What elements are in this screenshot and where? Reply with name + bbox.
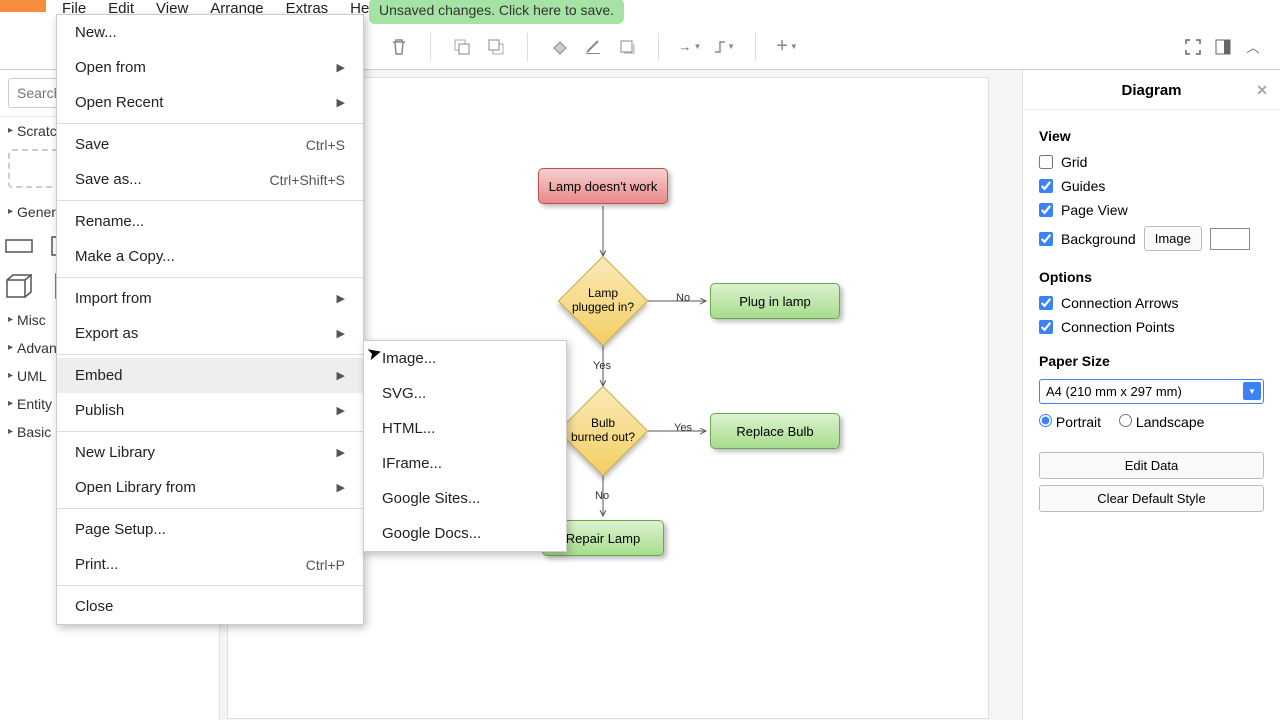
submenu-item-google-sites-[interactable]: Google Sites... [364, 481, 566, 516]
pageview-checkbox[interactable]: Page View [1039, 202, 1264, 218]
view-heading: View [1039, 128, 1264, 144]
clear-style-button[interactable]: Clear Default Style [1039, 485, 1264, 512]
background-color-swatch[interactable] [1210, 228, 1250, 250]
node-decision-bulb[interactable]: Bulbburned out? [558, 386, 648, 476]
background-image-button[interactable]: Image [1144, 226, 1202, 251]
menu-item-save-as-[interactable]: Save as...Ctrl+Shift+S [57, 162, 363, 197]
menu-item-print-[interactable]: Print...Ctrl+P [57, 547, 363, 582]
shape-cube[interactable] [4, 272, 34, 300]
edit-data-button[interactable]: Edit Data [1039, 452, 1264, 479]
background-label: Background [1061, 231, 1136, 247]
menu-item-open-from[interactable]: Open from▶ [57, 50, 363, 85]
menu-item-embed[interactable]: Embed▶ [57, 358, 363, 393]
menu-item-publish[interactable]: Publish▶ [57, 393, 363, 428]
to-front-icon[interactable] [451, 36, 473, 58]
menu-item-page-setup-[interactable]: Page Setup... [57, 512, 363, 547]
edge-label-yes1: Yes [593, 360, 611, 372]
edge-label-no2: No [595, 490, 609, 502]
collapse-icon[interactable]: ︿ [1242, 36, 1264, 58]
papersize-select[interactable]: A4 (210 mm x 297 mm) ▼ [1039, 379, 1264, 404]
embed-submenu: Image...SVG...HTML...IFrame...Google Sit… [363, 340, 567, 552]
menu-item-open-recent[interactable]: Open Recent▶ [57, 85, 363, 120]
menu-item-new-library[interactable]: New Library▶ [57, 435, 363, 470]
menu-item-save[interactable]: SaveCtrl+S [57, 127, 363, 162]
panel-title: Diagram ✕ [1023, 70, 1280, 110]
grid-checkbox[interactable]: Grid [1039, 154, 1264, 170]
shadow-icon[interactable] [616, 36, 638, 58]
add-icon[interactable]: +▼ [776, 36, 798, 58]
app-logo [0, 0, 46, 12]
format-panel: Diagram ✕ View Grid Guides Page View Bac… [1022, 70, 1280, 720]
node-plug-in[interactable]: Plug in lamp [710, 283, 840, 319]
options-heading: Options [1039, 269, 1264, 285]
node-replace-bulb[interactable]: Replace Bulb [710, 413, 840, 449]
edge-label-yes2: Yes [674, 422, 692, 434]
portrait-radio[interactable]: Portrait [1039, 414, 1101, 430]
menubar: File Edit View Arrange Extras Help Unsav… [0, 0, 1280, 14]
stroke-icon[interactable] [582, 36, 604, 58]
submenu-item-iframe-[interactable]: IFrame... [364, 446, 566, 481]
guides-checkbox[interactable]: Guides [1039, 178, 1264, 194]
menu-item-close[interactable]: Close [57, 589, 363, 624]
close-icon[interactable]: ✕ [1256, 82, 1268, 99]
edge-label-no1: No [676, 292, 690, 304]
fullscreen-icon[interactable] [1182, 36, 1204, 58]
conn-points-checkbox[interactable]: Connection Points [1039, 319, 1264, 335]
background-checkbox[interactable] [1039, 232, 1053, 246]
menu-item-open-library-from[interactable]: Open Library from▶ [57, 470, 363, 505]
menu-item-import-from[interactable]: Import from▶ [57, 281, 363, 316]
connection-icon[interactable]: →▼ [679, 36, 701, 58]
delete-icon[interactable] [388, 36, 410, 58]
submenu-item-svg-[interactable]: SVG... [364, 376, 566, 411]
submenu-item-html-[interactable]: HTML... [364, 411, 566, 446]
menu-item-make-a-copy-[interactable]: Make a Copy... [57, 239, 363, 274]
node-start[interactable]: Lamp doesn't work [538, 168, 668, 204]
papersize-heading: Paper Size [1039, 353, 1264, 369]
node-decision-plugged[interactable]: Lampplugged in? [558, 256, 648, 346]
menu-item-export-as[interactable]: Export as▶ [57, 316, 363, 351]
submenu-item-google-docs-[interactable]: Google Docs... [364, 516, 566, 551]
submenu-item-image-[interactable]: Image... [364, 341, 566, 376]
file-menu-dropdown: New...Open from▶Open Recent▶ SaveCtrl+SSa… [56, 14, 364, 625]
shape-rect-thin[interactable] [4, 232, 34, 260]
to-back-icon[interactable] [485, 36, 507, 58]
format-panel-icon[interactable] [1212, 36, 1234, 58]
menu-item-new-[interactable]: New... [57, 15, 363, 50]
unsaved-banner[interactable]: Unsaved changes. Click here to save. [369, 0, 624, 24]
conn-arrows-checkbox[interactable]: Connection Arrows [1039, 295, 1264, 311]
fill-icon[interactable] [548, 36, 570, 58]
waypoint-icon[interactable]: ▼ [713, 36, 735, 58]
landscape-radio[interactable]: Landscape [1119, 414, 1204, 430]
menu-item-rename-[interactable]: Rename... [57, 204, 363, 239]
